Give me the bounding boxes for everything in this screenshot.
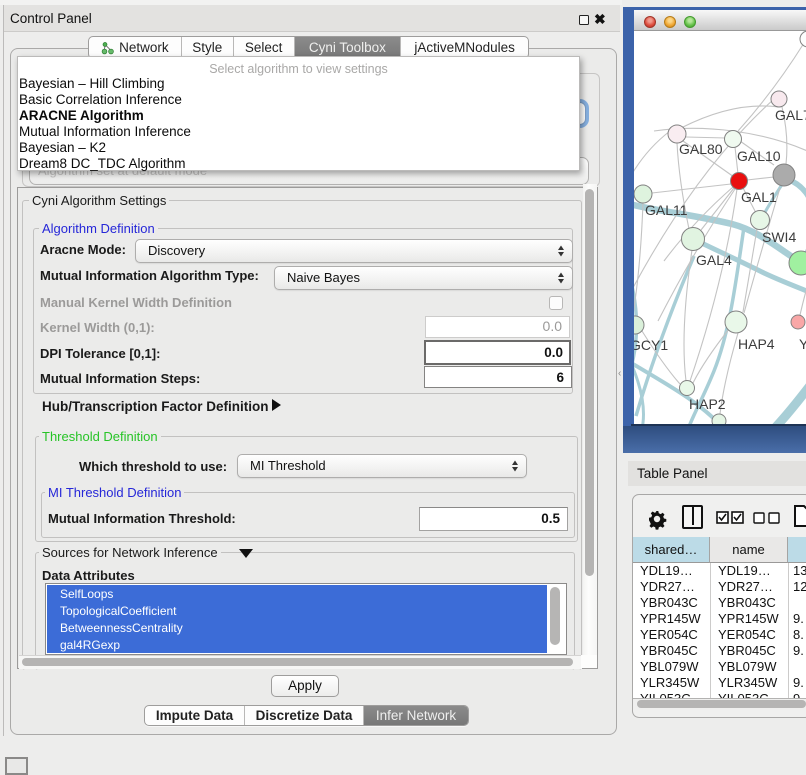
svg-text:GAL10: GAL10 [737,148,781,164]
svg-text:GAL1: GAL1 [741,189,777,205]
svg-text:GCY1: GCY1 [634,337,668,353]
svg-text:HAP4: HAP4 [738,336,775,352]
svg-text:GAL80: GAL80 [679,141,723,157]
svg-text:GAL11: GAL11 [645,202,688,218]
svg-text:HAP2: HAP2 [689,396,726,412]
svg-text:SWI4: SWI4 [762,229,796,245]
svg-text:Y: Y [799,336,806,352]
svg-text:GAL4: GAL4 [696,252,732,268]
svg-text:GAL7: GAL7 [775,107,806,123]
